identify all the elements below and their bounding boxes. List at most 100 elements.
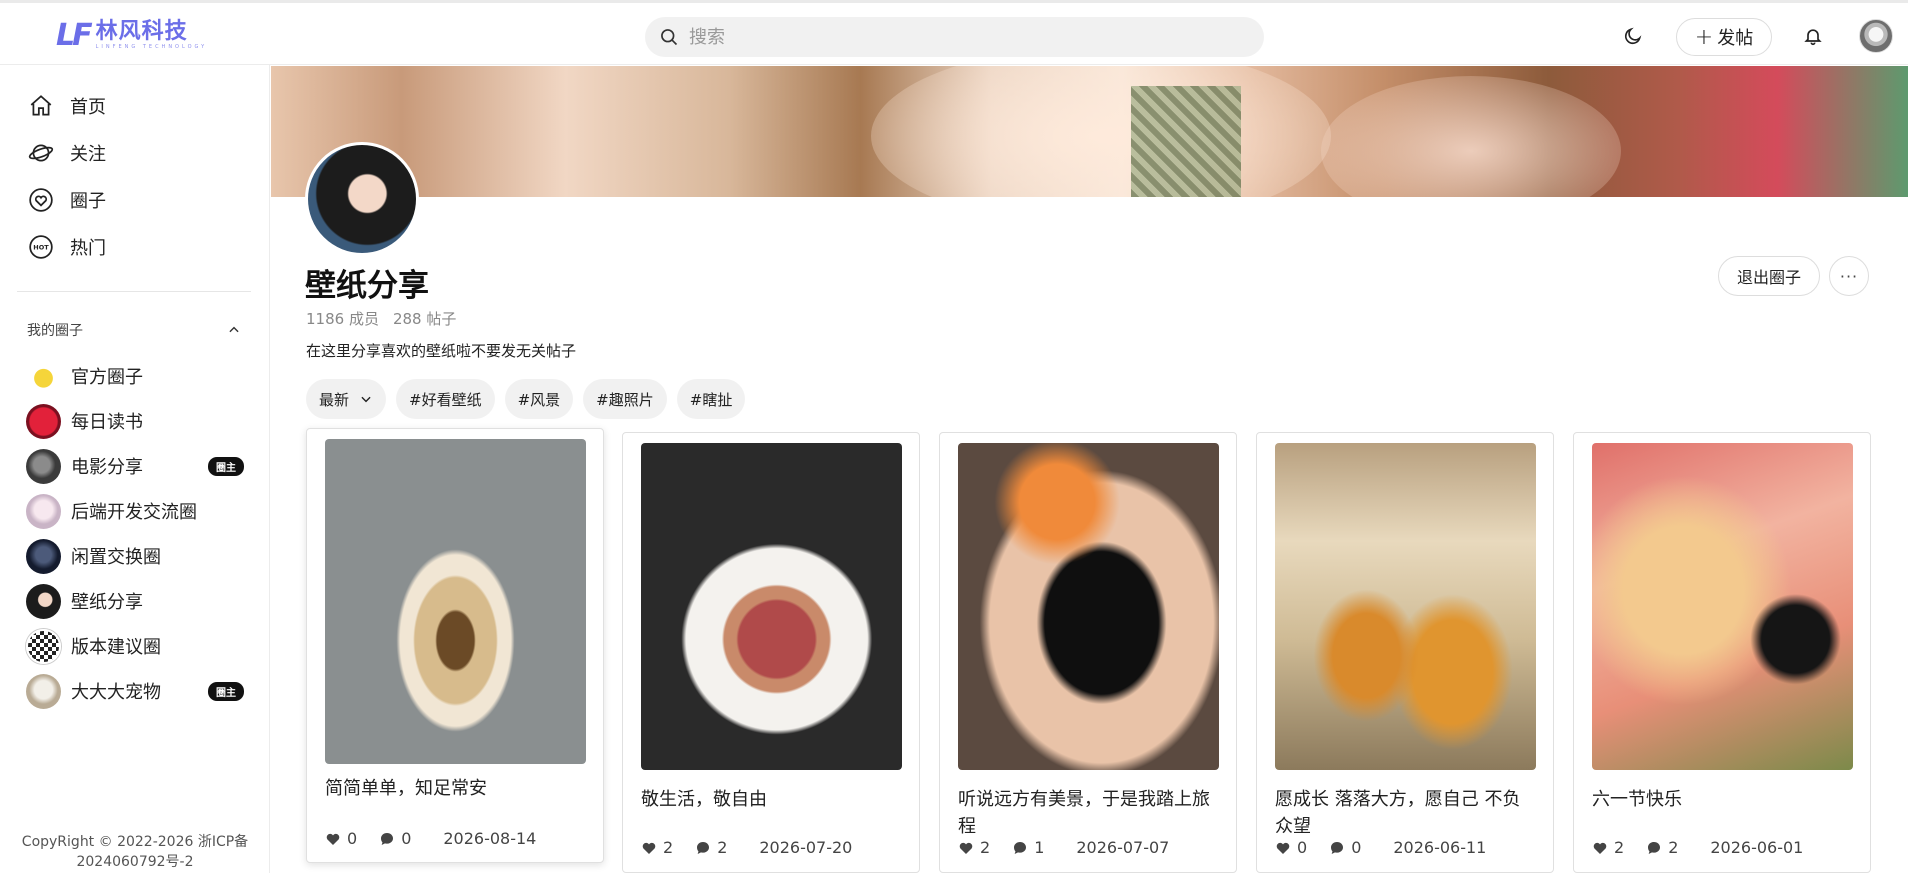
sidebar-circle-item[interactable]: 大大大宠物 圈主: [26, 672, 244, 710]
comment-count: 2: [1668, 838, 1679, 857]
filter-bar: 最新 #好看壁纸 #风景 #趣照片 #瞎扯: [306, 379, 746, 419]
like-count: 2: [1614, 838, 1625, 857]
post-title[interactable]: 敬生活，敬自由: [641, 786, 903, 813]
sidebar-item-follow[interactable]: 关注: [28, 138, 106, 168]
circle-avatar-icon: [26, 358, 61, 394]
search-bar[interactable]: [645, 17, 1264, 57]
post-title[interactable]: 愿成长 落落大方，愿自己 不负众望: [1275, 786, 1537, 840]
sidebar-item-circles[interactable]: 圈子: [28, 185, 106, 215]
sidebar-circle-item[interactable]: 每日读书: [26, 402, 244, 440]
post-card[interactable]: 听说远方有美景，于是我踏上旅程 2 1 2026-07-07: [939, 432, 1237, 873]
comment-icon[interactable]: [379, 831, 395, 847]
post-image[interactable]: [1592, 443, 1853, 770]
post-date: 2026-08-14: [443, 829, 537, 848]
comment-count: 0: [1351, 838, 1362, 857]
heart-icon[interactable]: [958, 840, 974, 856]
circle-banner: [271, 66, 1908, 197]
circle-avatar-icon: [26, 673, 61, 709]
post-image[interactable]: [1275, 443, 1536, 770]
sidebar-divider: [17, 291, 251, 292]
post-card[interactable]: 六一节快乐 2 2 2026-06-01: [1573, 432, 1871, 873]
circle-avatar: [305, 142, 419, 256]
heart-circle-icon: [29, 188, 53, 212]
post-date: 2026-06-11: [1393, 838, 1487, 857]
sidebar-circle-item[interactable]: 后端开发交流圈: [26, 492, 244, 530]
user-avatar[interactable]: [1859, 19, 1893, 53]
comment-icon[interactable]: [1646, 840, 1662, 856]
chevron-down-icon: [361, 396, 371, 403]
sidebar-circle-item[interactable]: 壁纸分享: [26, 582, 244, 620]
chevron-up-icon[interactable]: [227, 323, 241, 337]
circle-avatar-icon: [26, 628, 61, 664]
svg-text:HOT: HOT: [33, 244, 49, 252]
sidebar: 首页 关注 圈子 HOT 热门 我的圈子 官方圈子 每日读书 电影分享 圈主 后…: [0, 65, 270, 873]
hot-icon: HOT: [29, 235, 53, 259]
sidebar-circle-item[interactable]: 闲置交换圈: [26, 537, 244, 575]
circle-avatar-icon: [26, 538, 61, 574]
tag-chip[interactable]: #风景: [504, 379, 574, 419]
sidebar-circle-item[interactable]: 电影分享 圈主: [26, 447, 244, 485]
tag-chip[interactable]: #趣照片: [583, 379, 667, 419]
post-date: 2026-07-07: [1076, 838, 1170, 857]
post-image[interactable]: [641, 443, 902, 770]
sidebar-item-home[interactable]: 首页: [28, 91, 106, 121]
sort-dropdown[interactable]: 最新: [306, 379, 387, 419]
like-count: 0: [1297, 838, 1308, 857]
circle-stats: 1186 成员 288 帖子: [306, 308, 456, 329]
tag-chip[interactable]: #瞎扯: [676, 379, 746, 419]
post-date: 2026-06-01: [1710, 838, 1804, 857]
heart-icon[interactable]: [641, 840, 657, 856]
post-card[interactable]: 敬生活，敬自由 2 2 2026-07-20: [622, 432, 920, 873]
post-meta: 2 2 2026-06-01: [1592, 838, 1803, 857]
notification-button[interactable]: [1800, 23, 1826, 49]
sidebar-circle-item[interactable]: 官方圈子: [26, 357, 244, 395]
comment-icon[interactable]: [1329, 840, 1345, 856]
comment-icon[interactable]: [695, 840, 711, 856]
post-title[interactable]: 听说远方有美景，于是我踏上旅程: [958, 786, 1220, 840]
post-button[interactable]: + 发帖: [1676, 18, 1772, 56]
heart-icon[interactable]: [325, 831, 341, 847]
plus-icon: +: [1694, 24, 1714, 50]
circle-title: 壁纸分享: [305, 268, 429, 304]
tag-chip[interactable]: #好看壁纸: [396, 379, 495, 419]
more-options-button[interactable]: ···: [1829, 256, 1869, 296]
heart-icon[interactable]: [1592, 840, 1608, 856]
my-circles-header[interactable]: 我的圈子: [27, 320, 241, 340]
post-meta: 2 2 2026-07-20: [641, 838, 852, 857]
comment-count: 2: [717, 838, 728, 857]
like-count: 2: [663, 838, 674, 857]
like-count: 0: [347, 829, 358, 848]
logo-subtitle: LINFENG TECHNOLOGY: [95, 44, 208, 50]
circle-avatar-icon: [26, 448, 61, 484]
post-title[interactable]: 简简单单，知足常安: [325, 775, 587, 802]
bell-icon: [1804, 29, 1822, 46]
dark-mode-toggle[interactable]: [1620, 23, 1646, 49]
quit-circle-button[interactable]: 退出圈子: [1718, 256, 1820, 296]
search-input[interactable]: [689, 26, 1189, 48]
comment-count: 1: [1034, 838, 1045, 857]
home-icon: [30, 95, 52, 116]
circle-description: 在这里分享喜欢的壁纸啦不要发无关帖子: [306, 342, 577, 360]
post-title[interactable]: 六一节快乐: [1592, 786, 1854, 813]
logo-name: 林风科技: [95, 19, 188, 44]
post-meta: 0 0 2026-08-14: [325, 829, 536, 848]
planet-icon: [28, 144, 54, 162]
member-count: 1186 成员: [306, 310, 379, 328]
post-card[interactable]: 愿成长 落落大方，愿自己 不负众望 0 0 2026-06-11: [1256, 432, 1554, 873]
owner-badge: 圈主: [208, 456, 244, 476]
post-image[interactable]: [958, 443, 1219, 770]
post-date: 2026-07-20: [759, 838, 853, 857]
sidebar-circle-item[interactable]: 版本建议圈: [26, 627, 244, 665]
post-image[interactable]: [325, 439, 586, 764]
logo[interactable]: LF 林风科技 LINFENG TECHNOLOGY: [56, 17, 207, 53]
heart-icon[interactable]: [1275, 840, 1291, 856]
circle-avatar-icon: [26, 493, 61, 529]
logo-mark: LF: [56, 17, 93, 53]
comment-icon[interactable]: [1012, 840, 1028, 856]
sidebar-item-hot[interactable]: HOT 热门: [28, 232, 106, 262]
post-meta: 2 1 2026-07-07: [958, 838, 1169, 857]
post-card[interactable]: 简简单单，知足常安 0 0 2026-08-14: [306, 428, 604, 863]
owner-badge: 圈主: [208, 681, 244, 701]
comment-count: 0: [401, 829, 412, 848]
top-bar: LF 林风科技 LINFENG TECHNOLOGY + 发帖: [0, 0, 1908, 65]
